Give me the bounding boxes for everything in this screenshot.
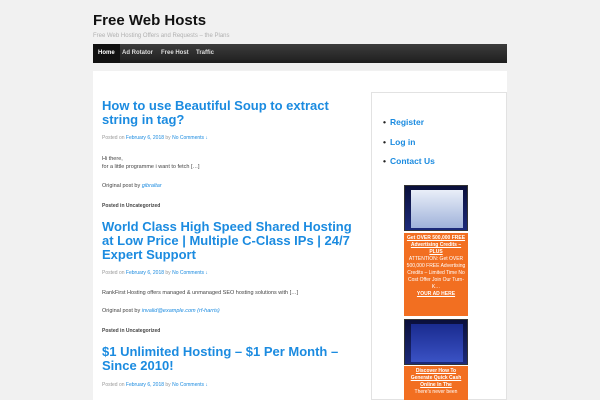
excerpt-line: RankFirst Hosting offers managed & unman… — [102, 290, 299, 296]
original-post: Original post by invalid@example.com (rf… — [102, 307, 362, 315]
ad-cta-link[interactable]: YOUR AD HERE — [405, 291, 467, 298]
post-date-link[interactable]: February 6, 2018 — [126, 382, 164, 388]
post-meta: Posted on February 6, 2018 by No Comment… — [102, 382, 208, 388]
ad-screenshot — [411, 324, 463, 362]
original-post: Original post by gibraltar — [102, 182, 362, 190]
post-excerpt: Hi there, for a little programme i want … — [102, 155, 362, 171]
posted-in-category[interactable]: Posted in Uncategorized — [102, 203, 160, 209]
excerpt-line: for a little programme i want to fetch [… — [102, 164, 200, 170]
ad-image[interactable] — [404, 319, 468, 365]
ad-box[interactable]: Get OVER 500,000 FREE Advertising Credit… — [404, 233, 468, 316]
sidebar: • Register • Log in • Contact Us Get OVER 5… — [371, 92, 507, 400]
bullet-icon: • — [383, 137, 386, 147]
sidebar-link-register[interactable]: • Register — [383, 117, 424, 127]
original-author-link[interactable]: gibraltar — [142, 183, 162, 189]
by-label: by — [165, 135, 171, 141]
post-excerpt: RankFirst Hosting offers managed & unman… — [102, 289, 362, 297]
sidebar-link-contact[interactable]: • Contact Us — [383, 156, 435, 166]
site-tagline: Free Web Hosting Offers and Requests – t… — [93, 33, 230, 39]
posted-on-label: Posted on — [102, 135, 125, 141]
sidebar-link-label: Register — [389, 117, 424, 127]
original-post-label: Original post by — [102, 308, 141, 314]
comments-link[interactable]: No Comments ↓ — [172, 135, 208, 141]
posted-on-label: Posted on — [102, 270, 125, 276]
ad-body: ATTENTION: Get OVER 500,000 FREE Adverti… — [406, 256, 466, 290]
post-title[interactable]: $1 Unlimited Hosting – $1 Per Month – Si… — [102, 345, 362, 373]
comments-link[interactable]: No Comments ↓ — [172, 270, 208, 276]
ad-body: There's never been — [414, 389, 458, 395]
nav-item-free-host[interactable]: Free Host — [156, 44, 194, 63]
excerpt-line: Hi there, — [102, 156, 123, 162]
ad-headline[interactable]: Get OVER 500,000 FREE Advertising Credit… — [405, 235, 467, 256]
ad-headline[interactable]: Discover How To Generate Quick Cash Onli… — [405, 368, 467, 389]
bullet-icon: • — [383, 156, 386, 166]
posted-in-category[interactable]: Posted in Uncategorized — [102, 328, 160, 334]
sidebar-link-login[interactable]: • Log in — [383, 137, 415, 147]
comments-link[interactable]: No Comments ↓ — [172, 382, 208, 388]
sidebar-link-label: Contact Us — [389, 156, 435, 166]
site-title[interactable]: Free Web Hosts — [93, 12, 206, 29]
bullet-icon: • — [383, 117, 386, 127]
sidebar-link-label: Log in — [389, 137, 416, 147]
post-meta: Posted on February 6, 2018 by No Comment… — [102, 135, 208, 141]
by-label: by — [165, 382, 171, 388]
nav-item-home[interactable]: Home — [93, 44, 120, 63]
nav-item-ad-rotator[interactable]: Ad Rotator — [117, 44, 158, 63]
post-title[interactable]: World Class High Speed Shared Hosting at… — [102, 220, 362, 262]
original-author-link[interactable]: invalid@example.com (rf-harris) — [142, 308, 220, 314]
nav-item-traffic[interactable]: Traffic — [191, 44, 219, 63]
ad-screenshot — [411, 190, 463, 228]
post-date-link[interactable]: February 6, 2018 — [126, 135, 164, 141]
post-date-link[interactable]: February 6, 2018 — [126, 270, 164, 276]
main-nav: Home Ad Rotator Free Host Traffic — [93, 44, 507, 63]
posted-on-label: Posted on — [102, 382, 125, 388]
ad-box[interactable]: Discover How To Generate Quick Cash Onli… — [404, 366, 468, 400]
ad-image[interactable] — [404, 185, 468, 231]
post-meta: Posted on February 6, 2018 by No Comment… — [102, 270, 208, 276]
original-post-label: Original post by — [102, 183, 141, 189]
by-label: by — [165, 270, 171, 276]
post-title[interactable]: How to use Beautiful Soup to extract str… — [102, 99, 362, 127]
